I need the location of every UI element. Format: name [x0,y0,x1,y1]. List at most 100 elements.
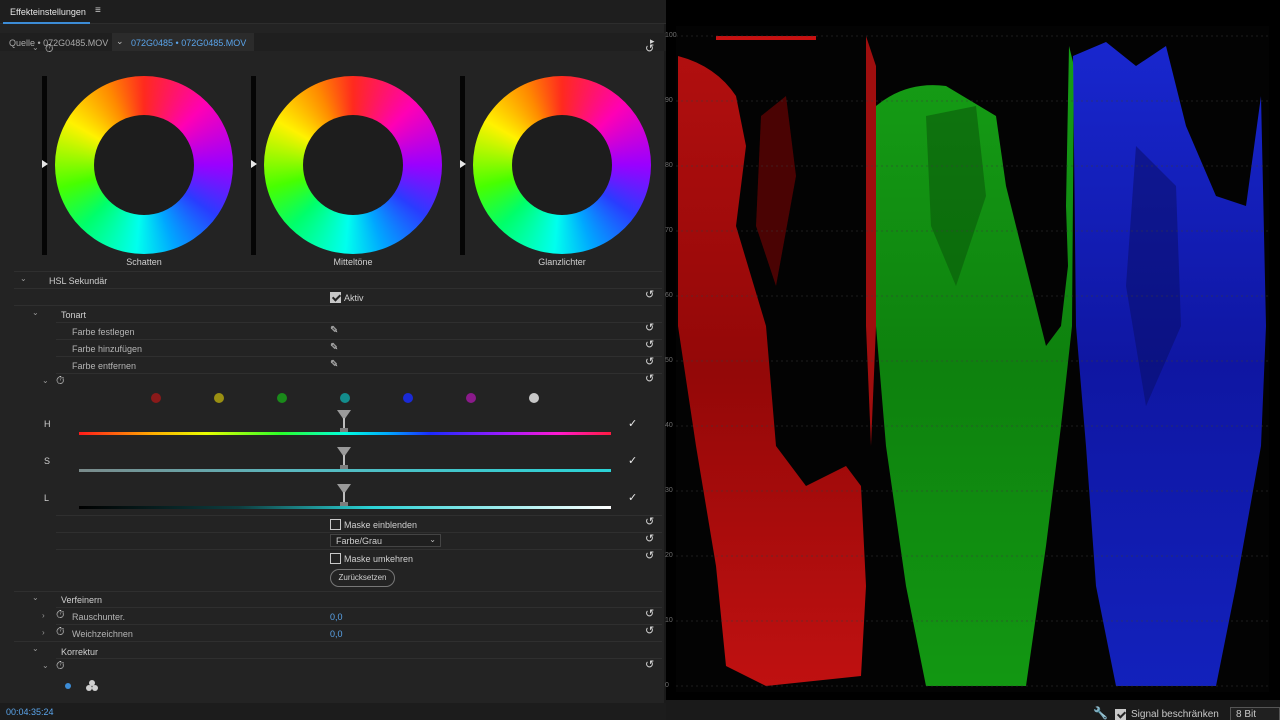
stopwatch-icon[interactable]: ⏱ [45,44,54,55]
source-bar: Quelle • 072G0485.MOV ⌄ 072G0485 • 072G0… [0,33,666,51]
wheel-center [512,115,612,215]
reset-icon[interactable]: ↺ [645,609,654,620]
shadows-slider-knob[interactable] [42,160,48,168]
divider [56,373,662,374]
saturation-enabled-check[interactable]: ✓ [628,454,637,467]
scope-scale-label: 90 [665,97,673,104]
hue-bar[interactable] [79,432,611,435]
color-swatch[interactable] [466,393,476,403]
eyedropper-icon[interactable]: ✎ [330,325,338,336]
scope-scale-label: 0 [665,682,669,689]
scope-scale-label: 10 [665,617,673,624]
highlights-slider-knob[interactable] [460,160,466,168]
invert-mask-checkbox[interactable] [330,553,341,564]
sequence-clip-tab[interactable]: ⌄ 072G0485 • 072G0485.MOV [112,33,254,51]
timecode[interactable]: 00:04:35:24 [6,707,54,717]
color-swatch[interactable] [214,393,224,403]
chevron-down-icon[interactable]: ⌄ [116,36,124,47]
chevron-down-icon: ⌄ [429,535,436,544]
hsl-section-title[interactable]: HSL Sekundär [49,276,107,286]
luminance-enabled-check[interactable]: ✓ [628,491,637,504]
midtones-label: Mitteltöne [333,257,373,267]
scope-scale-label: 50 [665,357,673,364]
bit-depth-dropdown[interactable]: 8 Bit [1230,707,1280,720]
wrench-icon[interactable]: 🔧 [1093,706,1108,720]
source-clip-label[interactable]: Quelle • 072G0485.MOV [9,38,108,48]
midtones-color-wheel[interactable] [264,76,442,254]
color-swatch[interactable] [403,393,413,403]
wheel-center [303,115,403,215]
panel-menu-icon[interactable]: ≡ [95,5,101,16]
highlights-color-wheel[interactable] [473,76,651,254]
reset-icon[interactable]: ↺ [645,323,654,334]
stopwatch-icon[interactable]: ⏱ [56,376,65,387]
active-label: Aktiv [344,293,364,303]
scope-scale-label: 80 [665,162,673,169]
stopwatch-icon[interactable]: ⏱ [56,627,65,638]
chevron-right-icon[interactable]: › [42,628,45,637]
mask-mode-dropdown[interactable]: Farbe/Grau ⌄ [330,534,441,547]
hue-letter: H [44,419,51,429]
luminance-bar[interactable] [79,506,611,509]
color-swatch[interactable] [529,393,539,403]
highlights-label: Glanzlichter [538,257,586,267]
sequence-clip-label[interactable]: 072G0485 • 072G0485.MOV [131,38,246,48]
reset-icon[interactable]: ↺ [645,626,654,637]
chevron-down-icon[interactable]: ⌄ [32,43,39,52]
add-color-label: Farbe hinzufügen [72,344,143,354]
reset-icon[interactable]: ↺ [645,534,654,545]
refine-section-title[interactable]: Verfeinern [61,595,102,605]
chevron-right-icon[interactable]: › [42,611,45,620]
denoise-value[interactable]: 0,0 [330,612,343,622]
set-color-label: Farbe festlegen [72,327,135,337]
reset-icon[interactable]: ↺ [645,357,654,368]
saturation-letter: S [44,456,51,466]
scope-scale-label: 30 [665,487,673,494]
reset-icon[interactable]: ↺ [645,44,654,55]
saturation-bar[interactable] [79,469,611,472]
chevron-down-icon[interactable]: ⌄ [32,593,39,602]
panel-title[interactable]: Effekteinstellungen [10,7,86,17]
scope-scale-label: 100 [665,32,677,39]
chevron-down-icon[interactable]: ⌄ [42,661,49,670]
reset-button[interactable]: Zurücksetzen [330,569,395,587]
correction-section-title[interactable]: Korrektur [61,647,98,657]
reset-icon[interactable]: ↺ [645,290,654,301]
clamp-signal-checkbox[interactable] [1115,709,1126,720]
hue-enabled-check[interactable]: ✓ [628,417,637,430]
reset-icon[interactable]: ↺ [645,340,654,351]
chevron-down-icon[interactable]: ⌄ [20,274,27,283]
shadows-color-wheel[interactable] [55,76,233,254]
stopwatch-icon[interactable]: ⏱ [56,661,65,672]
color-swatch[interactable] [151,393,161,403]
show-mask-checkbox[interactable] [330,519,341,530]
show-mask-label: Maske einblenden [344,520,418,530]
eyedropper-plus-icon[interactable]: ✎ [330,342,338,353]
soften-value[interactable]: 0,0 [330,629,343,639]
panel-header: Effekteinstellungen ≡ [0,0,666,24]
reset-icon[interactable]: ↺ [645,660,654,671]
three-wheel-mode-icon[interactable] [86,680,98,692]
reset-icon[interactable]: ↺ [645,551,654,562]
chevron-down-icon[interactable]: ⌄ [32,308,39,317]
scope-scale-label: 20 [665,552,673,559]
chevron-down-icon[interactable]: ⌄ [32,644,39,653]
chevron-down-icon[interactable]: ⌄ [42,376,49,385]
reset-icon[interactable]: ↺ [645,374,654,385]
wheel-center [94,115,194,215]
reset-icon[interactable]: ↺ [645,517,654,528]
active-checkbox[interactable] [330,292,341,303]
stopwatch-icon[interactable]: ⏱ [56,610,65,621]
remove-color-label: Farbe entfernen [72,361,137,371]
eyedropper-minus-icon[interactable]: ✎ [330,359,338,370]
midtones-slider-knob[interactable] [251,160,257,168]
single-wheel-mode-icon[interactable] [65,683,71,689]
divider [56,658,662,659]
active-tab-underline [3,22,90,24]
color-swatch[interactable] [340,393,350,403]
divider [14,271,662,272]
color-swatch[interactable] [277,393,287,403]
parade-waveform [676,35,1269,687]
tonart-section-title[interactable]: Tonart [61,310,86,320]
luminance-letter: L [44,493,50,503]
